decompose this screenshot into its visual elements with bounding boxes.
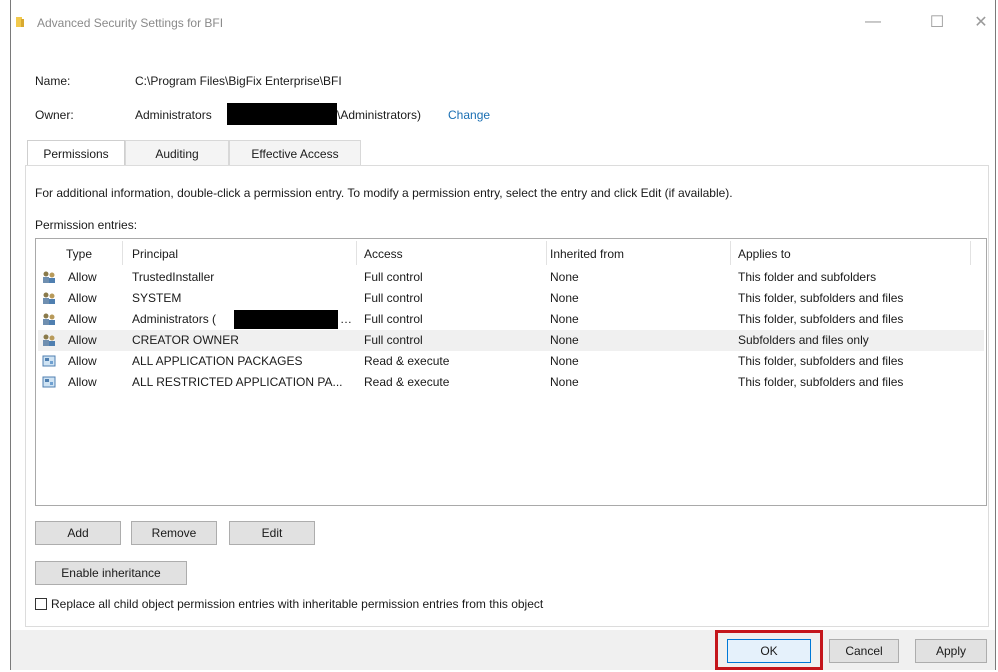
column-divider: [546, 241, 547, 265]
cell-applies-to: This folder, subfolders and files: [738, 354, 904, 368]
cell-type: Allow: [68, 312, 97, 326]
table-row[interactable]: Allow ALL APPLICATION PACKAGES Read & ex…: [38, 351, 984, 372]
remove-button[interactable]: Remove: [131, 521, 217, 545]
enable-inheritance-button[interactable]: Enable inheritance: [35, 561, 187, 585]
permission-entries-list[interactable]: Type Principal Access Inherited from App…: [35, 238, 987, 506]
tab-auditing[interactable]: Auditing: [125, 140, 229, 166]
cell-principal: SYSTEM: [132, 291, 182, 305]
users-icon: [43, 271, 55, 283]
column-header-access[interactable]: Access: [364, 247, 403, 261]
users-icon: [43, 292, 55, 304]
cell-type: Allow: [68, 270, 97, 284]
cell-inherited-from: None: [550, 375, 579, 389]
cell-applies-to: This folder, subfolders and files: [738, 291, 904, 305]
column-divider: [730, 241, 731, 265]
column-header-inherited-from[interactable]: Inherited from: [550, 247, 624, 261]
column-header-applies-to[interactable]: Applies to: [738, 247, 791, 261]
cell-inherited-from: None: [550, 291, 579, 305]
list-header: Type Principal Access Inherited from App…: [36, 239, 986, 265]
users-icon: [43, 334, 55, 346]
cell-access: Full control: [364, 270, 423, 284]
tab-permissions[interactable]: Permissions: [27, 140, 125, 167]
cell-inherited-from: None: [550, 333, 579, 347]
cell-principal: Administrators (: [132, 312, 217, 326]
maximize-button[interactable]: ☐: [917, 10, 957, 34]
cell-access: Full control: [364, 291, 423, 305]
cell-type: Allow: [68, 354, 97, 368]
cell-applies-to: Subfolders and files only: [738, 333, 869, 347]
owner-value-suffix: \Administrators): [337, 108, 422, 122]
cell-access: Read & execute: [364, 375, 450, 389]
name-label: Name:: [35, 74, 71, 88]
column-divider: [356, 241, 357, 265]
cell-principal: CREATOR OWNER: [132, 333, 239, 347]
app-package-icon: [42, 376, 56, 388]
cell-inherited-from: None: [550, 270, 579, 284]
apply-button[interactable]: Apply: [915, 639, 987, 663]
cell-principal: ALL RESTRICTED APPLICATION PA...: [132, 375, 343, 389]
cell-access: Full control: [364, 333, 423, 347]
ellipsis-text: …: [340, 312, 352, 326]
cancel-button[interactable]: Cancel: [829, 639, 899, 663]
cell-access: Full control: [364, 312, 423, 326]
tab-effective-access[interactable]: Effective Access: [229, 140, 361, 166]
table-row[interactable]: Allow ALL RESTRICTED APPLICATION PA... R…: [38, 372, 984, 393]
column-header-type[interactable]: Type: [66, 247, 92, 261]
cell-inherited-from: None: [550, 354, 579, 368]
owner-value: Administrators: [135, 108, 212, 122]
replace-child-permissions-label: Replace all child object permission entr…: [51, 597, 544, 611]
ok-highlight-box: [715, 630, 823, 670]
table-row[interactable]: Allow TrustedInstaller Full control None…: [38, 267, 984, 288]
cell-type: Allow: [68, 375, 97, 389]
close-button[interactable]: ✕: [961, 10, 998, 34]
app-package-icon: [42, 355, 56, 367]
users-icon: [43, 313, 55, 325]
change-owner-link[interactable]: Change: [448, 108, 490, 122]
redacted-block: [234, 310, 338, 329]
permission-entries-label: Permission entries:: [35, 218, 138, 232]
cell-inherited-from: None: [550, 312, 579, 326]
column-header-principal[interactable]: Principal: [132, 247, 178, 261]
maximize-icon: ☐: [929, 14, 945, 31]
add-button[interactable]: Add: [35, 521, 121, 545]
column-divider: [970, 241, 971, 265]
minimize-button[interactable]: —: [853, 10, 893, 34]
table-row[interactable]: Allow Administrators ( … Full control No…: [38, 309, 984, 330]
cell-applies-to: This folder, subfolders and files: [738, 375, 904, 389]
folder-icon: [16, 17, 24, 27]
cell-type: Allow: [68, 333, 97, 347]
edit-button[interactable]: Edit: [229, 521, 315, 545]
advanced-security-window: Advanced Security Settings for BFI — ☐ ✕…: [10, 0, 996, 670]
cell-principal: TrustedInstaller: [132, 270, 215, 284]
table-row[interactable]: Allow SYSTEM Full control None This fold…: [38, 288, 984, 309]
info-text: For additional information, double-click…: [35, 186, 733, 200]
column-divider: [122, 241, 123, 265]
close-icon: ✕: [974, 14, 988, 31]
window-title: Advanced Security Settings for BFI: [37, 16, 224, 30]
cell-applies-to: This folder and subfolders: [738, 270, 877, 284]
owner-label: Owner:: [35, 108, 74, 122]
cell-applies-to: This folder, subfolders and files: [738, 312, 904, 326]
cell-access: Read & execute: [364, 354, 450, 368]
title-bar: Advanced Security Settings for BFI — ☐ ✕: [11, 0, 995, 40]
cell-principal: ALL APPLICATION PACKAGES: [132, 354, 303, 368]
table-row[interactable]: Allow CREATOR OWNER Full control None Su…: [38, 330, 984, 351]
minimize-icon: —: [865, 13, 881, 30]
replace-child-permissions-checkbox[interactable]: [35, 598, 47, 610]
name-value: C:\Program Files\BigFix Enterprise\BFI: [135, 74, 342, 88]
cell-type: Allow: [68, 291, 97, 305]
redacted-block: [227, 103, 337, 125]
